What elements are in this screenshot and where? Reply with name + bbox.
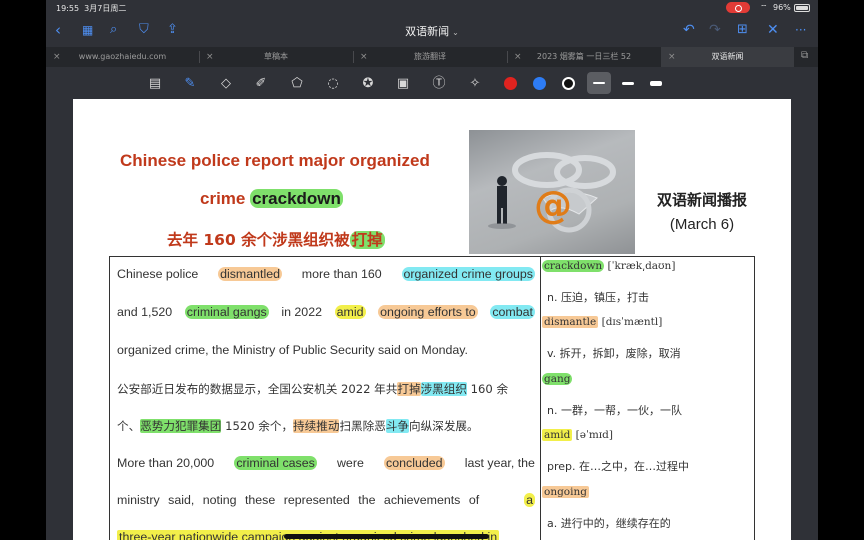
news-heading-title: 双语新闻播报 (656, 192, 747, 209)
redo-icon[interactable]: ↷ (709, 21, 721, 39)
status-time: 19:55 3月7日周二 (56, 4, 127, 13)
lasso-tool-icon[interactable]: ◌ (324, 75, 342, 93)
vocab-def-amid: prep. 在…之中，在…过程中 (547, 460, 690, 473)
stroke-medium[interactable] (622, 82, 634, 85)
handcuffs-photo: @ (469, 130, 635, 254)
title-line-1: Chinese police report major organized (120, 151, 430, 170)
battery-icon (794, 4, 810, 12)
vocab-def-dismantle: v. 拆开，拆卸，废除，取消 (547, 347, 681, 360)
color-black-swatch[interactable] (562, 77, 575, 90)
tab-draft[interactable]: × 草稿本 (199, 47, 353, 67)
article-line-1: Chinese police dismantled more than 160 org… (117, 267, 535, 281)
title-line-3-chinese: 去年 160 余个涉黑组织被 打掉 (167, 231, 385, 249)
document-page[interactable]: Chinese police report major organized cr… (73, 99, 791, 540)
image-tool-icon[interactable]: ▣ (394, 75, 412, 93)
undo-icon[interactable]: ↶ (683, 21, 695, 39)
vocab-word-ongoing: ongoing (542, 486, 589, 498)
nav-bar: ‹ ▦ ⌕ ⛉ ⇪ 双语新闻 ⌄ ↶ ↷ ⊞ ✕ ··· (46, 15, 818, 47)
stroke-thick[interactable] (650, 81, 662, 86)
vocab-word-amid: amid [əˈmɪd] (542, 429, 613, 441)
add-page-icon[interactable]: ⊞ (737, 21, 748, 39)
vocab-word-gang: gang (542, 373, 573, 385)
handcuffs-image: @ (488, 152, 616, 233)
vocab-def-ongoing: a. 进行中的，继续存在的 (547, 517, 671, 530)
drawing-toolbar: ▤ ✎ ◇ ✐ ⬠ ◌ ✪ ▣ Ⓣ ✧ (46, 67, 818, 99)
vocab-def-crackdown: n. 压迫，镇压，打击 (547, 291, 649, 304)
color-red-swatch[interactable] (504, 77, 517, 90)
close-icon[interactable]: ✕ (767, 21, 779, 39)
news-heading: 双语新闻播报 (March 6) (647, 189, 757, 237)
tab-gaozhaiedu[interactable]: × www.gaozhaiedu.com (46, 47, 199, 67)
article-line-5-chinese: 个、恶势力犯罪集团 1520 余个，持续推动扫黑除恶斗争向纵深发展。 (117, 419, 479, 433)
article-line-2: and 1,520 criminal gangs in 2022 amid ongoin… (117, 305, 535, 319)
article-line-7: ministry said, noting these represented … (117, 493, 535, 507)
tab-bilingual-news[interactable]: × 双语新闻 (661, 47, 794, 67)
article-line-4-chinese: 公安部近日发布的数据显示，全国公安机关 2022 年共打掉涉黑组织 160 余 (117, 382, 509, 396)
tab-travel-translation[interactable]: × 旅游翻译 (353, 47, 507, 67)
home-indicator[interactable] (284, 534, 489, 539)
status-bar: 19:55 3月7日周二 ⌔ 96% (46, 0, 818, 15)
news-heading-date: (March 6) (669, 216, 735, 233)
title-line-2: crime crackdown (200, 189, 343, 208)
tab-bar: × www.gaozhaiedu.com × 草稿本 × 旅游翻译 × 2023 烟雾篇… (46, 47, 818, 67)
screen-record-icon[interactable] (726, 2, 750, 13)
text-tool-icon[interactable]: Ⓣ (430, 75, 448, 93)
vocab-word-dismantle: dismantle [dɪsˈmæntl] (542, 316, 663, 328)
pen-tool-icon[interactable]: ✎ (181, 75, 199, 93)
more-icon[interactable]: ··· (795, 21, 806, 39)
article-line-3: organized crime, the Ministry of Public … (117, 343, 468, 357)
article-line-6: More than 20,000 criminal cases were conclu… (117, 456, 535, 470)
vocabulary-panel: crackdown [ˈkræk͵daʊn] n. 压迫，镇压，打击 disma… (540, 256, 755, 540)
laser-pointer-icon[interactable]: ✧ (466, 75, 484, 93)
app-window: 19:55 3月7日周二 ⌔ 96% ‹ ▦ ⌕ ⛉ ⇪ 双语新闻 ⌄ ↶ ↷ ⊞… (46, 0, 818, 540)
shape-tool-icon[interactable]: ⬠ (288, 75, 306, 93)
stroke-thin-selected[interactable] (587, 72, 611, 94)
tab-2023-reading[interactable]: × 2023 烟雾篇 一日三栏 52 (507, 47, 661, 67)
vocab-def-gang: n. 一群，一帮，一伙，一队 (547, 404, 682, 417)
article-box: Chinese police dismantled more than 160 org… (109, 256, 541, 540)
sticker-tool-icon[interactable]: ✪ (359, 75, 377, 93)
eraser-tool-icon[interactable]: ◇ (217, 75, 235, 93)
reader-mode-icon[interactable]: ▤ (146, 75, 164, 93)
battery-percent: 96% (773, 3, 791, 12)
highlighter-tool-icon[interactable]: ✐ (252, 75, 270, 93)
color-blue-swatch[interactable] (533, 77, 546, 90)
vocab-word-crackdown: crackdown [ˈkræk͵daʊn] (542, 260, 676, 272)
svg-text:@: @ (534, 183, 572, 227)
wifi-icon: ⌔ (760, 3, 768, 12)
document-title[interactable]: 双语新闻 ⌄ (46, 23, 818, 39)
new-tab-icon[interactable]: ⧉ (801, 50, 808, 61)
